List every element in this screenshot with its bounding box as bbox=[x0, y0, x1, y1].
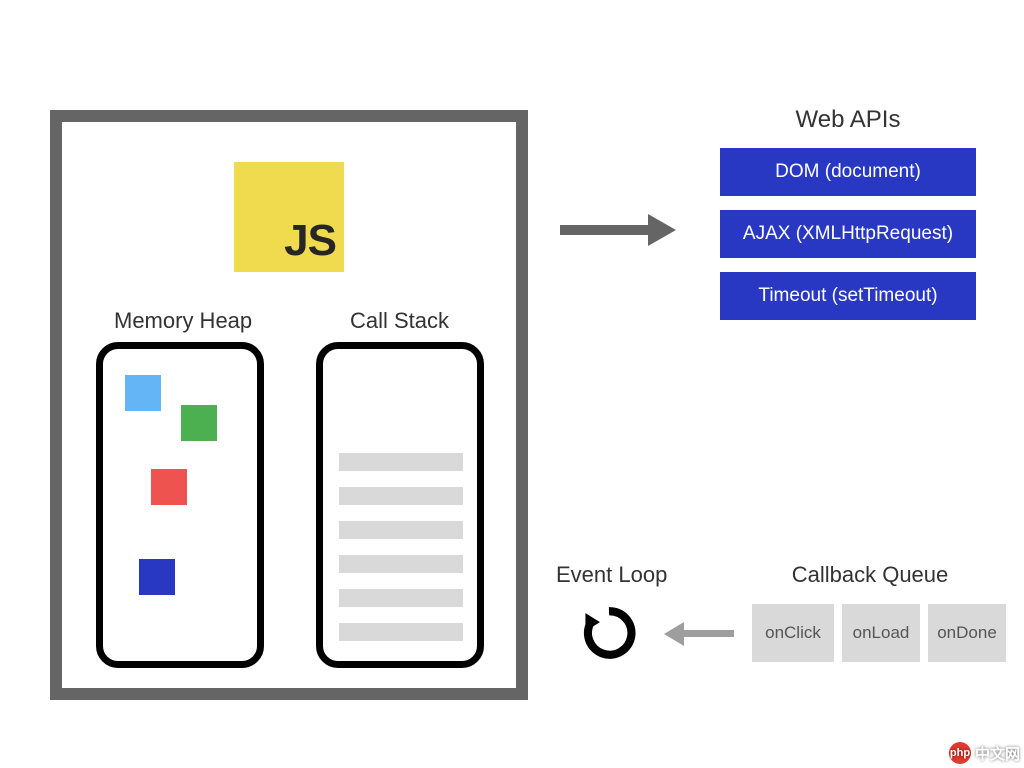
stack-frame-icon bbox=[339, 623, 463, 641]
memory-heap-label: Memory Heap bbox=[114, 308, 252, 334]
call-stack-panel bbox=[316, 342, 484, 668]
arrow-right-icon bbox=[560, 218, 682, 242]
callback-item-onload: onLoad bbox=[842, 604, 920, 662]
stack-frame-icon bbox=[339, 555, 463, 573]
web-api-box-timeout: Timeout (setTimeout) bbox=[720, 272, 976, 320]
stack-frame-icon bbox=[339, 521, 463, 539]
memory-heap-panel bbox=[96, 342, 264, 668]
site-watermark: php 中文网 bbox=[949, 742, 1020, 764]
web-api-box-dom: DOM (document) bbox=[720, 148, 976, 196]
event-loop-icon bbox=[580, 604, 638, 662]
web-apis-title: Web APIs bbox=[720, 106, 976, 134]
watermark-text: 中文网 bbox=[975, 743, 1020, 764]
watermark-logo-icon: php bbox=[949, 742, 971, 764]
arrow-left-icon bbox=[664, 624, 734, 644]
heap-object-icon bbox=[139, 559, 175, 595]
web-api-box-ajax: AJAX (XMLHttpRequest) bbox=[720, 210, 976, 258]
javascript-logo-text: JS bbox=[284, 216, 336, 266]
heap-object-icon bbox=[125, 375, 161, 411]
stack-frame-icon bbox=[339, 487, 463, 505]
js-engine-container: JS Memory Heap Call Stack bbox=[50, 110, 528, 700]
callback-item-onclick: onClick bbox=[752, 604, 834, 662]
event-loop-label: Event Loop bbox=[556, 562, 667, 588]
javascript-logo: JS bbox=[234, 162, 344, 272]
callback-item-ondone: onDone bbox=[928, 604, 1006, 662]
stack-frame-icon bbox=[339, 453, 463, 471]
stack-frame-icon bbox=[339, 589, 463, 607]
heap-object-icon bbox=[151, 469, 187, 505]
heap-object-icon bbox=[181, 405, 217, 441]
call-stack-label: Call Stack bbox=[350, 308, 449, 334]
callback-queue-label: Callback Queue bbox=[760, 562, 980, 588]
